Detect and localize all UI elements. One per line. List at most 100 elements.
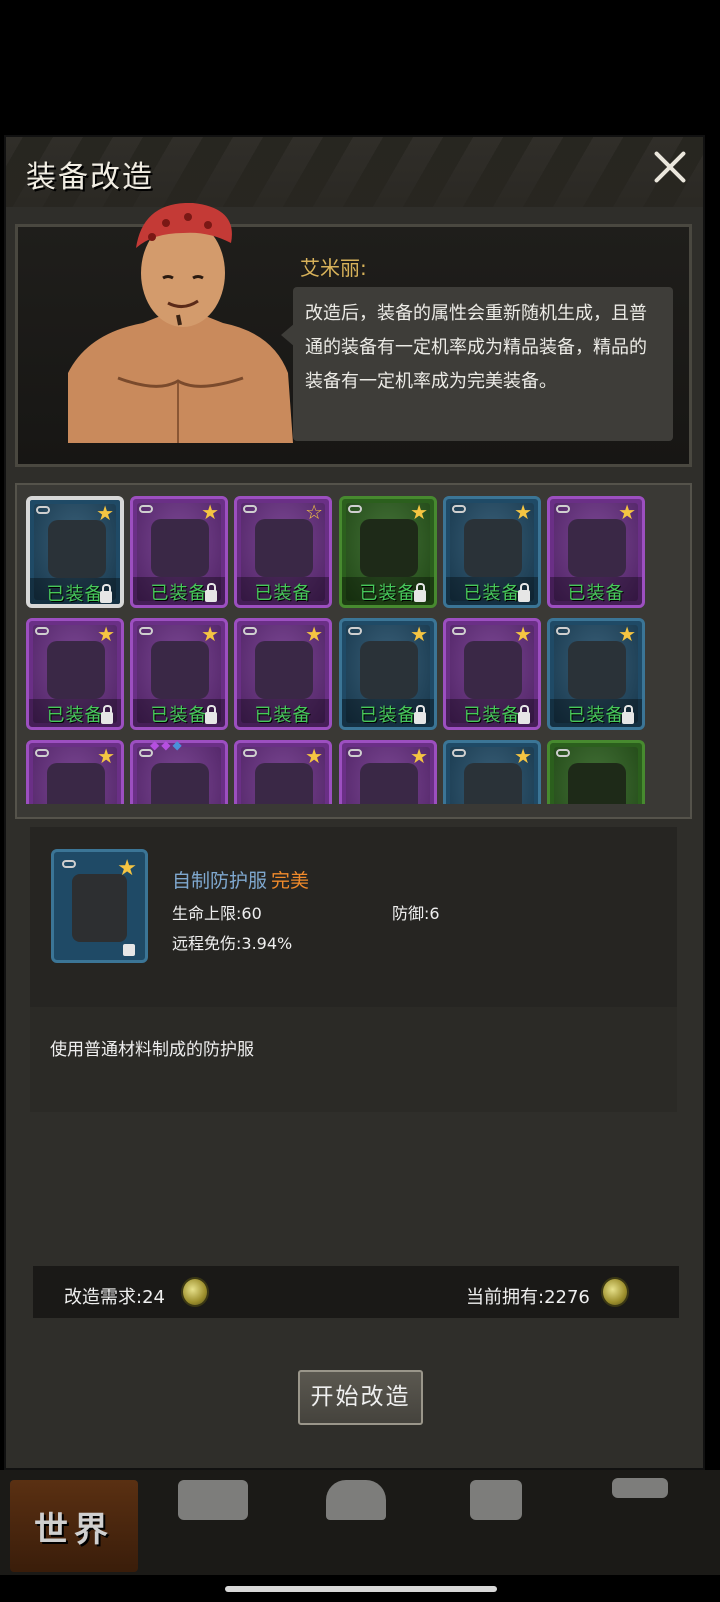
star-icon: ★ <box>618 622 636 646</box>
star-icon: ★ <box>410 500 428 524</box>
star-icon: ★ <box>97 622 115 646</box>
cost-owned: 当前拥有:2276 <box>466 1287 590 1308</box>
star-icon: ★ <box>305 622 323 646</box>
fur-coat-icon <box>151 763 209 804</box>
link-icon <box>62 860 76 868</box>
jacket-icon <box>47 763 105 804</box>
lock-icon <box>414 583 426 602</box>
star-icon: ★ <box>514 500 532 524</box>
gas-mask-icon <box>255 519 313 577</box>
link-icon <box>243 627 257 635</box>
nav-world-label: 世界 <box>34 1509 114 1550</box>
lock-icon <box>100 584 112 603</box>
lock-icon <box>101 705 113 724</box>
item-slot[interactable]: ★ <box>339 740 437 804</box>
item-slot[interactable]: ☆ 已装备 <box>234 496 332 608</box>
item-slot[interactable]: ★ <box>443 740 541 804</box>
item-slot[interactable]: ★ 已装备 <box>130 496 228 608</box>
item-slot[interactable]: ★ 已装备 <box>130 618 228 730</box>
combat-helmet-icon <box>360 763 418 804</box>
yellow-pants-icon <box>360 641 418 699</box>
star-icon: ★ <box>514 744 532 768</box>
item-title: 自制防护服 完美 <box>172 866 309 893</box>
link-icon <box>36 506 50 514</box>
rifle-icon <box>568 763 626 804</box>
backpack-icon[interactable] <box>178 1480 248 1520</box>
stat-hp-max: 生命上限:60 <box>172 904 262 923</box>
lock-icon <box>123 944 135 956</box>
item-slot[interactable]: ★ 已装备 <box>547 618 645 730</box>
lock-icon <box>622 705 634 724</box>
equipped-label: 已装备 <box>254 705 312 726</box>
item-slot[interactable]: ★ 已装备 <box>443 618 541 730</box>
link-icon <box>452 627 466 635</box>
link-icon <box>556 627 570 635</box>
equipped-label: 已装备 <box>254 583 312 604</box>
building-icon[interactable] <box>470 1480 522 1520</box>
black-pants-icon <box>151 641 209 699</box>
item-slot[interactable]: ★ 已装备 <box>339 496 437 608</box>
item-slot[interactable] <box>547 740 645 804</box>
panel-title: 装备改造 <box>26 160 154 195</box>
item-slot[interactable]: ★ 已装备 <box>234 618 332 730</box>
lock-icon <box>205 705 217 724</box>
item-slot[interactable]: ★ 已装备 <box>339 618 437 730</box>
item-slot[interactable]: ★ 已装备 <box>443 496 541 608</box>
lock-icon <box>205 583 217 602</box>
close-button[interactable] <box>650 148 688 186</box>
link-icon <box>348 505 362 513</box>
cost-required: 改造需求:24 <box>64 1287 165 1308</box>
link-icon <box>348 749 362 757</box>
item-description: 使用普通材料制成的防护服 <box>50 1040 254 1060</box>
star-icon: ★ <box>96 501 114 525</box>
item-slot[interactable]: ★ 已装备 <box>26 618 124 730</box>
helmet-icon <box>464 763 522 804</box>
camo-pants-icon <box>255 641 313 699</box>
link-icon <box>35 627 49 635</box>
plate-carrier-icon <box>151 519 209 577</box>
link-icon <box>243 505 257 513</box>
equipment-grid[interactable]: ★ 已装备 ★ 已装备 ☆ 已装备 ★ 已装备 ★ 已装备 ★ 已装备 ★ 已装备 ★ 已装备 ★ 已装备 ★ 已装备… <box>26 496 676 804</box>
tactical-vest-icon <box>48 520 106 578</box>
item-slot[interactable]: ★ 已装备 <box>26 496 124 608</box>
star-icon: ★ <box>201 622 219 646</box>
link-icon <box>139 627 153 635</box>
item-quality: 完美 <box>271 870 310 892</box>
item-slot[interactable]: ★ <box>234 740 332 804</box>
star-icon: ★ <box>305 744 323 768</box>
lock-icon <box>518 705 530 724</box>
workbench-icon[interactable] <box>612 1478 668 1498</box>
grey-shirt-icon <box>568 641 626 699</box>
stat-ranged-reduction: 远程免伤:3.94% <box>172 934 293 953</box>
sunglasses-icon <box>464 519 522 577</box>
gem-slots-icon: ◆◆◆ <box>150 738 184 752</box>
character-icon[interactable] <box>326 1480 386 1520</box>
star-icon: ★ <box>97 744 115 768</box>
camo-boots-icon <box>568 519 626 577</box>
link-icon <box>556 749 570 757</box>
face-mask-icon <box>360 519 418 577</box>
stat-defense: 防御:6 <box>392 904 440 923</box>
link-icon <box>35 749 49 757</box>
npc-name: 艾米丽: <box>300 256 367 280</box>
tactical-vest-icon <box>72 874 127 942</box>
item-name: 自制防护服 <box>172 870 268 892</box>
nav-world-tab[interactable]: 世界 <box>10 1480 138 1572</box>
black-sweater-icon <box>464 641 522 699</box>
selected-item-icon[interactable]: ★ <box>51 849 148 963</box>
star-icon: ★ <box>514 622 532 646</box>
item-slot[interactable]: ★ 已装备 <box>547 496 645 608</box>
star-icon: ★ <box>117 856 137 881</box>
lock-icon <box>518 583 530 602</box>
star-icon: ★ <box>410 622 428 646</box>
link-icon <box>348 627 362 635</box>
link-icon <box>139 505 153 513</box>
home-indicator[interactable] <box>225 1586 497 1592</box>
item-slot[interactable]: ★ <box>26 740 124 804</box>
start-modify-button[interactable]: 开始改造 <box>298 1370 423 1425</box>
link-icon <box>243 749 257 757</box>
speech-bubble: 改造后，装备的属性会重新随机生成，且普通的装备有一定机率成为精品装备，精品的装备… <box>281 287 673 441</box>
link-icon <box>452 749 466 757</box>
star-icon: ★ <box>410 744 428 768</box>
link-icon <box>556 505 570 513</box>
